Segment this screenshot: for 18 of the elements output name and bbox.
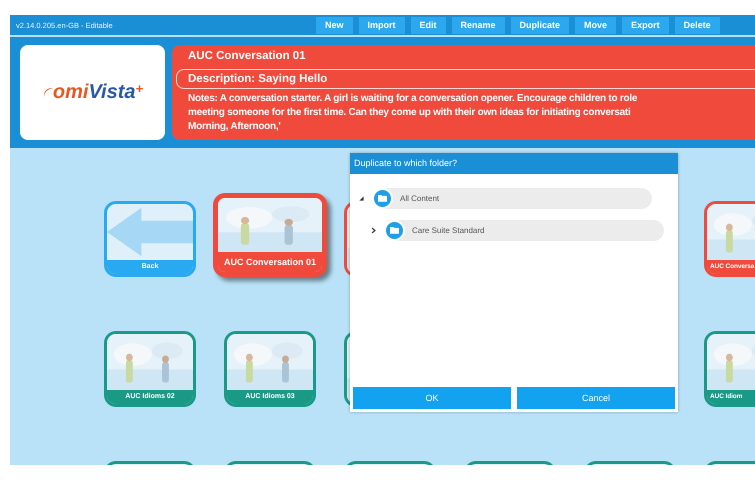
toolbar-button[interactable]: Export xyxy=(622,16,669,34)
toolbar-button[interactable]: Move xyxy=(575,16,616,34)
toolbar-button[interactable]: Rename xyxy=(452,16,505,34)
notes-text: Notes: A conversation starter. A girl is waiting for a conversation opener. Encourage children to role meeting someone for the first time. Can they come up with their own ideas for initiating conversati Morning, Afternoon,' xyxy=(187,92,638,134)
toolbar-button[interactable]: Import xyxy=(358,16,405,34)
tile[interactable]: AUC Conversation 01 xyxy=(213,193,327,277)
logo: omiVista+ xyxy=(42,81,144,104)
dialog-title: Duplicate to which folder? xyxy=(350,153,678,174)
toolbar-button[interactable]: Delete xyxy=(674,16,720,34)
toolbar-button[interactable]: Edit xyxy=(410,16,446,34)
toolbar-button[interactable]: Duplicate xyxy=(510,16,570,34)
description-field: Description: Saying Hello xyxy=(176,69,755,89)
dialog-button[interactable]: OK xyxy=(353,387,511,409)
folder-icon xyxy=(390,226,399,234)
toolbar-button[interactable]: New xyxy=(316,16,353,34)
item-title: AUC Conversation 01 xyxy=(187,50,307,64)
dialog-button[interactable]: Cancel xyxy=(517,387,675,409)
expand-icon[interactable] xyxy=(370,226,377,234)
